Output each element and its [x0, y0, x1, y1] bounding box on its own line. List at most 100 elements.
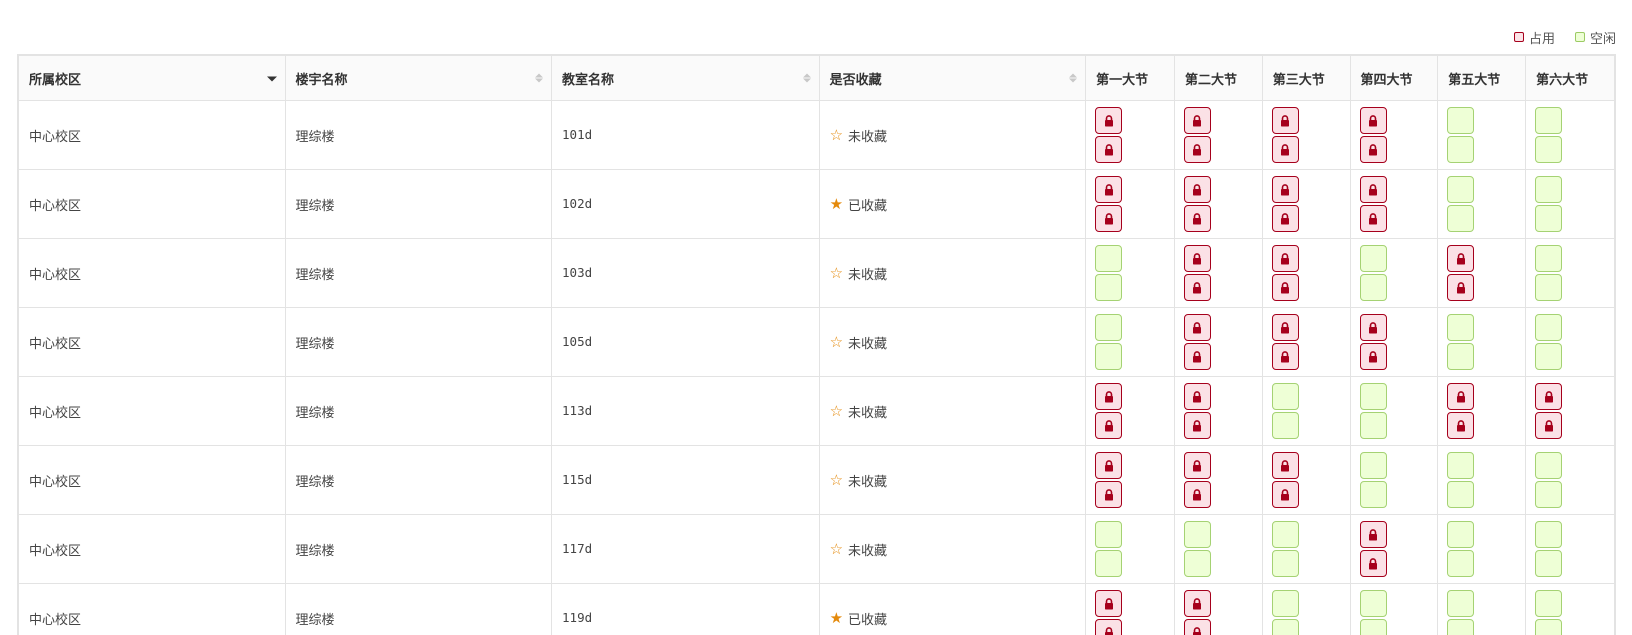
slot-occupied[interactable]	[1360, 521, 1387, 548]
star-outline-icon[interactable]: ☆	[830, 473, 843, 488]
slot-free[interactable]	[1535, 452, 1562, 479]
slot-occupied[interactable]	[1184, 314, 1211, 341]
slot-free[interactable]	[1535, 107, 1562, 134]
column-header-building[interactable]: 楼宇名称	[285, 56, 552, 101]
table-row[interactable]: 中心校区理综楼102d★已收藏	[19, 170, 1615, 239]
star-outline-icon[interactable]: ☆	[830, 128, 843, 143]
slot-occupied[interactable]	[1272, 343, 1299, 370]
column-header-favorite[interactable]: 是否收藏	[819, 56, 1086, 101]
slot-occupied[interactable]	[1184, 136, 1211, 163]
slot-occupied[interactable]	[1272, 452, 1299, 479]
table-row[interactable]: 中心校区理综楼101d☆未收藏	[19, 101, 1615, 170]
slot-occupied[interactable]	[1184, 274, 1211, 301]
slot-free[interactable]	[1447, 550, 1474, 577]
star-outline-icon[interactable]: ☆	[830, 335, 843, 350]
star-outline-icon[interactable]: ☆	[830, 266, 843, 281]
column-header-room[interactable]: 教室名称	[552, 56, 820, 101]
slot-free[interactable]	[1535, 521, 1562, 548]
slot-occupied[interactable]	[1272, 205, 1299, 232]
slot-free[interactable]	[1535, 550, 1562, 577]
slot-occupied[interactable]	[1272, 274, 1299, 301]
slot-occupied[interactable]	[1447, 383, 1474, 410]
slot-occupied[interactable]	[1272, 176, 1299, 203]
slot-free[interactable]	[1360, 452, 1387, 479]
slot-occupied[interactable]	[1360, 176, 1387, 203]
slot-free[interactable]	[1447, 314, 1474, 341]
slot-free[interactable]	[1447, 205, 1474, 232]
slot-occupied[interactable]	[1272, 107, 1299, 134]
slot-free[interactable]	[1272, 412, 1299, 439]
slot-occupied[interactable]	[1272, 245, 1299, 272]
slot-free[interactable]	[1447, 452, 1474, 479]
slot-free[interactable]	[1095, 314, 1122, 341]
slot-occupied[interactable]	[1360, 107, 1387, 134]
slot-occupied[interactable]	[1095, 176, 1122, 203]
slot-free[interactable]	[1272, 590, 1299, 617]
table-row[interactable]: 中心校区理综楼103d☆未收藏	[19, 239, 1615, 308]
slot-free[interactable]	[1095, 245, 1122, 272]
slot-occupied[interactable]	[1095, 383, 1122, 410]
slot-free[interactable]	[1535, 274, 1562, 301]
slot-occupied[interactable]	[1184, 343, 1211, 370]
slot-occupied[interactable]	[1447, 245, 1474, 272]
sort-icon[interactable]	[535, 74, 543, 83]
slot-free[interactable]	[1360, 412, 1387, 439]
star-filled-icon[interactable]: ★	[830, 611, 843, 626]
slot-occupied[interactable]	[1360, 314, 1387, 341]
slot-free[interactable]	[1360, 590, 1387, 617]
slot-free[interactable]	[1447, 521, 1474, 548]
slot-occupied[interactable]	[1184, 590, 1211, 617]
slot-free[interactable]	[1272, 619, 1299, 635]
slot-free[interactable]	[1447, 107, 1474, 134]
favorite-toggle[interactable]: ☆未收藏	[830, 333, 1076, 352]
sort-icon[interactable]	[1069, 74, 1077, 83]
slot-free[interactable]	[1535, 343, 1562, 370]
sort-icon[interactable]	[803, 74, 811, 83]
slot-free[interactable]	[1535, 205, 1562, 232]
table-row[interactable]: 中心校区理综楼119d★已收藏	[19, 584, 1615, 635]
column-header-campus[interactable]: 所属校区	[19, 56, 286, 101]
slot-occupied[interactable]	[1272, 481, 1299, 508]
slot-free[interactable]	[1272, 383, 1299, 410]
slot-occupied[interactable]	[1535, 412, 1562, 439]
slot-occupied[interactable]	[1360, 550, 1387, 577]
favorite-toggle[interactable]: ☆未收藏	[830, 402, 1076, 421]
slot-free[interactable]	[1095, 550, 1122, 577]
slot-occupied[interactable]	[1360, 136, 1387, 163]
slot-occupied[interactable]	[1272, 136, 1299, 163]
slot-occupied[interactable]	[1095, 412, 1122, 439]
slot-free[interactable]	[1184, 521, 1211, 548]
slot-occupied[interactable]	[1360, 343, 1387, 370]
slot-occupied[interactable]	[1095, 619, 1122, 635]
slot-free[interactable]	[1447, 590, 1474, 617]
slot-free[interactable]	[1095, 274, 1122, 301]
slot-occupied[interactable]	[1095, 590, 1122, 617]
slot-free[interactable]	[1360, 619, 1387, 635]
slot-free[interactable]	[1535, 590, 1562, 617]
table-row[interactable]: 中心校区理综楼115d☆未收藏	[19, 446, 1615, 515]
slot-occupied[interactable]	[1272, 314, 1299, 341]
slot-free[interactable]	[1360, 245, 1387, 272]
star-outline-icon[interactable]: ☆	[830, 404, 843, 419]
slot-free[interactable]	[1447, 619, 1474, 635]
sort-desc-icon[interactable]	[267, 77, 277, 82]
slot-occupied[interactable]	[1184, 107, 1211, 134]
slot-occupied[interactable]	[1095, 107, 1122, 134]
favorite-toggle[interactable]: ★已收藏	[830, 609, 1076, 628]
slot-free[interactable]	[1095, 343, 1122, 370]
slot-free[interactable]	[1535, 314, 1562, 341]
slot-occupied[interactable]	[1095, 452, 1122, 479]
slot-occupied[interactable]	[1184, 481, 1211, 508]
slot-free[interactable]	[1447, 136, 1474, 163]
slot-occupied[interactable]	[1184, 176, 1211, 203]
slot-occupied[interactable]	[1535, 383, 1562, 410]
table-row[interactable]: 中心校区理综楼117d☆未收藏	[19, 515, 1615, 584]
slot-occupied[interactable]	[1447, 412, 1474, 439]
slot-free[interactable]	[1535, 136, 1562, 163]
slot-free[interactable]	[1095, 521, 1122, 548]
slot-free[interactable]	[1447, 481, 1474, 508]
favorite-toggle[interactable]: ☆未收藏	[830, 540, 1076, 559]
slot-free[interactable]	[1184, 550, 1211, 577]
slot-occupied[interactable]	[1184, 245, 1211, 272]
slot-occupied[interactable]	[1184, 619, 1211, 635]
